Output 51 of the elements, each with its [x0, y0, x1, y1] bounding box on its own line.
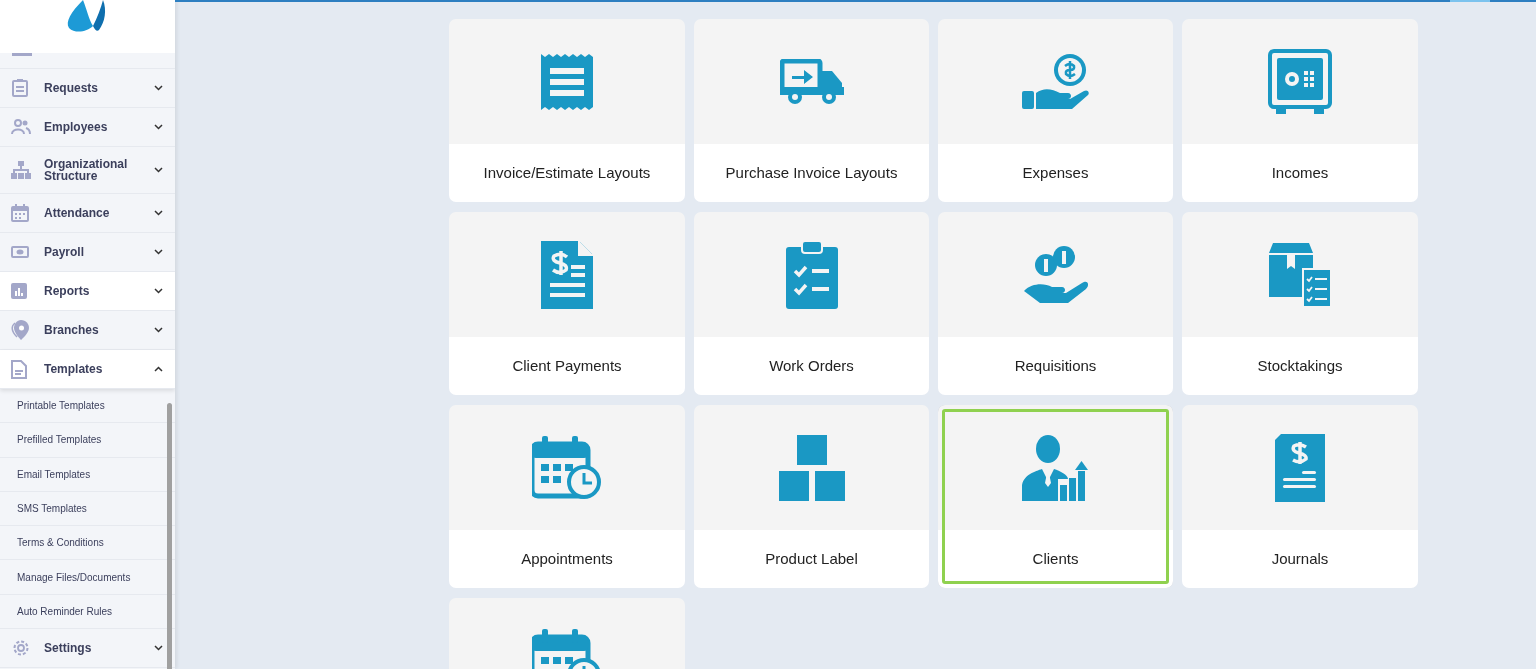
chevron-icon	[154, 210, 163, 216]
truck-icon	[779, 58, 844, 105]
sidebar-item[interactable]: Requests	[0, 69, 175, 108]
scrollbar-thumb[interactable]	[167, 403, 172, 669]
dollar-document-icon	[1275, 433, 1325, 502]
checklist-icon	[785, 240, 838, 309]
sidebar-item[interactable]: Organizational Structure	[0, 147, 175, 194]
card-label: Expenses	[1022, 162, 1089, 183]
calendar-clock-icon	[532, 435, 602, 500]
card-label: Journals	[1271, 548, 1329, 569]
bar-chart-icon	[11, 283, 27, 299]
chevron-icon	[154, 249, 163, 255]
chevron-icon	[154, 288, 163, 294]
blocks-icon	[778, 434, 845, 501]
card-label: Clients	[1032, 548, 1079, 569]
hierarchy-icon	[11, 161, 31, 179]
sidebar-item[interactable]: Payroll	[0, 233, 175, 272]
card-label: Invoice/Estimate Layouts	[483, 162, 651, 183]
box-list-icon	[1269, 242, 1331, 307]
card-label: Purchase Invoice Layouts	[725, 162, 898, 183]
chevron-icon	[154, 645, 163, 652]
chevron-icon	[154, 327, 163, 333]
sidebar-item[interactable]: Settings	[0, 629, 175, 669]
sidebar-item[interactable]: Reports	[0, 272, 175, 311]
card-label: Client Payments	[512, 355, 622, 376]
receipt-icon	[541, 53, 593, 110]
menu-item-icon	[12, 53, 32, 57]
chevron-icon	[154, 124, 163, 130]
card-label: Appointments	[521, 548, 613, 569]
chevron-icon	[154, 167, 163, 173]
map-pin-icon	[11, 320, 29, 340]
calendar-icon	[11, 204, 29, 222]
chevron-icon	[154, 366, 163, 372]
safe-icon	[1268, 48, 1332, 115]
card-label: Product Label	[765, 548, 858, 569]
person-growth-icon	[1021, 434, 1090, 501]
sidebar-item[interactable]: Employees	[0, 108, 175, 147]
card-label: Stocktakings	[1257, 355, 1343, 376]
clipboard-icon	[11, 79, 29, 97]
sidebar-item[interactable]: Branches	[0, 311, 175, 350]
cash-icon	[11, 246, 29, 258]
people-icon	[11, 119, 31, 135]
card-label: Work Orders	[769, 355, 854, 376]
document-icon	[11, 359, 27, 379]
card-label: Incomes	[1271, 162, 1329, 183]
invoice-dollar-icon	[541, 240, 593, 309]
sidebar-item[interactable]: Attendance	[0, 194, 175, 233]
card-label: Requisitions	[1014, 355, 1097, 376]
sidebar-item[interactable]: Templates	[0, 350, 175, 389]
chevron-icon	[154, 85, 163, 91]
coin-hand-icon	[1021, 52, 1090, 111]
